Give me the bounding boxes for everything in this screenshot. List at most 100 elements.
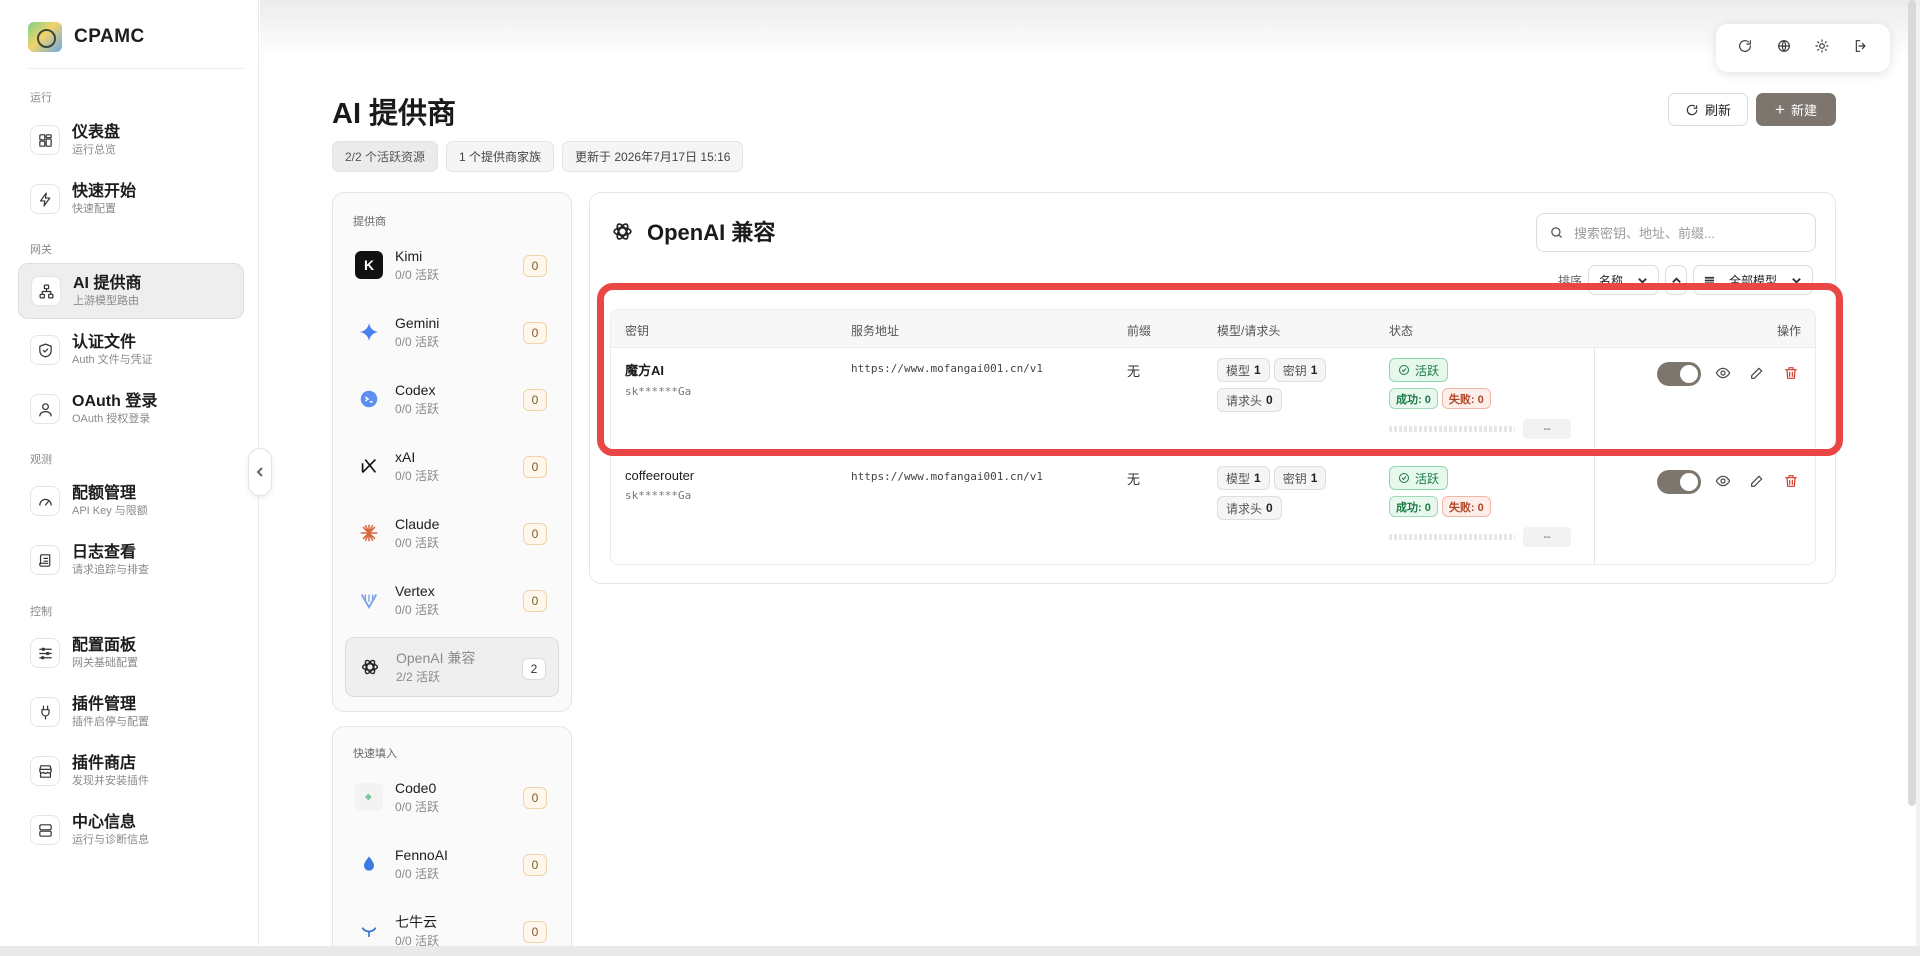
search-input[interactable]: 搜索密钥、地址、前缀... <box>1536 213 1816 252</box>
service-url: https://www.mofangai001.cn/v1 <box>851 362 1044 375</box>
refresh-button[interactable]: 刷新 <box>1668 93 1748 126</box>
sidebar-item-center-info[interactable]: 中心信息运行与诊断信息 <box>18 802 244 858</box>
sidebar-item-label: OAuth 登录 <box>72 392 158 410</box>
shield-icon <box>30 335 60 365</box>
status-text: 活跃 <box>1415 471 1440 486</box>
refresh-icon[interactable] <box>1737 38 1753 59</box>
provider-item-xai[interactable]: xAI 0/0 活跃 0 <box>345 436 559 496</box>
chevron-down-icon <box>1638 277 1647 284</box>
window-edge <box>1916 0 1920 956</box>
chip-label: 模型 <box>1226 471 1251 486</box>
sidebar-item-sub: 运行与诊断信息 <box>72 833 149 846</box>
column-header: 前缀 <box>1127 324 1152 338</box>
key-cell: coffeerouter sk******Ga <box>625 468 694 502</box>
sun-icon[interactable] <box>1814 38 1830 59</box>
sidebar-item-label: 日志查看 <box>72 543 137 561</box>
sidebar-item-sub: 插件启停与配置 <box>72 715 149 728</box>
sidebar-item-sub: 网关基础配置 <box>72 656 138 669</box>
provider-item-kimi[interactable]: K Kimi 0/0 活跃 0 <box>345 235 559 295</box>
count-badge: 0 <box>523 322 547 344</box>
prefix-value: 无 <box>1127 472 1141 487</box>
provider-item-codex[interactable]: Codex 0/0 活跃 0 <box>345 369 559 429</box>
latency-value: -- <box>1523 419 1571 439</box>
plus-icon: + <box>1775 100 1785 119</box>
divider <box>1594 348 1595 456</box>
quick-fill-item-fennoai[interactable]: FennoAI 0/0 活跃 0 <box>345 834 559 894</box>
sidebar-item-logs[interactable]: 日志查看请求追踪与排查 <box>18 532 244 588</box>
sidebar-item-plugins[interactable]: 插件管理 插件启停与配置 <box>18 684 244 740</box>
sidebar-item-ai-providers[interactable]: AI 提供商 上游模型路由 <box>18 263 244 319</box>
chip-value: 1 <box>1310 471 1318 485</box>
sidebar-item-sub: 请求追踪与排查 <box>72 563 149 576</box>
sort-value: 名称 <box>1599 273 1624 288</box>
sidebar-item-label: 配置面板 <box>72 636 137 654</box>
window-bottom-edge <box>0 946 1920 956</box>
enable-toggle[interactable] <box>1657 470 1701 494</box>
kimi-icon: K <box>355 251 383 279</box>
section-label-observe: 观测 <box>30 454 52 466</box>
table-header: 密钥 服务地址 前缀 模型/请求头 状态 操作 <box>611 310 1815 348</box>
pencil-icon[interactable] <box>1749 365 1767 383</box>
scrollbar[interactable] <box>1908 0 1916 806</box>
provider-item-gemini[interactable]: Gemini 0/0 活跃 0 <box>345 302 559 362</box>
top-bar <box>260 0 1920 58</box>
sidebar-item-quota[interactable]: 配额管理 API Key 与限额 <box>18 473 244 529</box>
model-filter-value: 全部模型 <box>1729 273 1778 288</box>
provider-item-vertex[interactable]: Vertex 0/0 活跃 0 <box>345 570 559 630</box>
prefix-value: 无 <box>1127 364 1141 379</box>
success-fail-row: 成功: 0 失败: 0 <box>1389 388 1491 409</box>
table-row: 魔方AI sk******Ga https://www.mofangai001.… <box>611 348 1815 456</box>
count-badge: 0 <box>523 590 547 612</box>
key-name: 魔方AI <box>625 363 665 378</box>
provider-item-claude[interactable]: Claude 0/0 活跃 0 <box>345 503 559 563</box>
divider <box>28 68 244 69</box>
enable-toggle[interactable] <box>1657 362 1701 386</box>
brand-name: CPAMC <box>74 26 145 47</box>
success-chip: 成功: 0 <box>1389 496 1438 517</box>
gauge-icon <box>30 486 60 516</box>
globe-icon[interactable] <box>1776 38 1792 59</box>
lightning-icon <box>30 184 60 214</box>
logout-icon[interactable] <box>1853 38 1869 59</box>
eye-icon[interactable] <box>1715 365 1733 383</box>
trash-icon[interactable] <box>1783 365 1801 383</box>
user-icon <box>30 394 60 424</box>
count-badge: 0 <box>523 456 547 478</box>
trash-icon[interactable] <box>1783 473 1801 491</box>
eye-icon[interactable] <box>1715 473 1733 491</box>
column-header: 状态 <box>1389 324 1414 338</box>
provider-detail-card: OpenAI 兼容 搜索密钥、地址、前缀... 排序 名称 全部模型 密钥 服务… <box>589 192 1836 584</box>
sidebar-item-label: 中心信息 <box>72 813 137 831</box>
sort-select[interactable]: 名称 <box>1588 265 1660 295</box>
pencil-icon[interactable] <box>1749 473 1767 491</box>
provider-item-openai-compatible[interactable]: OpenAI 兼容 2/2 活跃 2 <box>345 637 559 697</box>
sidebar-item-oauth-login[interactable]: OAuth 登录 OAuth 授权登录 <box>18 381 244 437</box>
count-badge: 0 <box>523 389 547 411</box>
fail-chip: 失败: 0 <box>1441 496 1491 517</box>
sidebar: CPAMC 运行 仪表盘 运行总览 快速开始 快速配置 网关 AI 提供商 上游模型路… <box>0 0 259 950</box>
chip-value: 0 <box>1266 501 1273 515</box>
section-label-control: 控制 <box>30 606 52 618</box>
sidebar-item-config[interactable]: 配置面板网关基础配置 <box>18 625 244 681</box>
sort-direction-button[interactable] <box>1665 265 1688 295</box>
chip-label: 密钥 <box>1282 363 1307 378</box>
quick-fill-item-code0[interactable]: Code0 0/0 活跃 0 <box>345 767 559 827</box>
chip-label: 密钥 <box>1282 471 1307 486</box>
new-button[interactable]: + 新建 <box>1756 93 1836 126</box>
sidebar-item-plugin-store[interactable]: 插件商店 发现并安装插件 <box>18 743 244 799</box>
brand[interactable]: CPAMC <box>28 22 145 52</box>
provider-family-chip: 1 个提供商家族 <box>446 141 555 172</box>
sidebar-item-sub: 运行总览 <box>72 143 116 156</box>
sidebar-item-sub: OAuth 授权登录 <box>72 412 151 425</box>
sidebar-item-label: 配额管理 <box>72 484 137 502</box>
chevron-up-icon <box>1671 276 1681 283</box>
dashboard-icon <box>30 125 60 155</box>
filter-icon <box>1704 276 1715 284</box>
sidebar-item-dashboard[interactable]: 仪表盘 运行总览 <box>18 112 244 168</box>
status-badge: 活跃 <box>1389 466 1449 490</box>
sidebar-item-auth-files[interactable]: 认证文件 Auth 文件与凭证 <box>18 322 244 378</box>
collapse-sidebar-button[interactable] <box>248 448 272 496</box>
headers-chip: 请求头 0 <box>1217 496 1282 520</box>
sidebar-item-quickstart[interactable]: 快速开始 快速配置 <box>18 171 244 227</box>
model-filter-select[interactable]: 全部模型 <box>1693 265 1814 295</box>
